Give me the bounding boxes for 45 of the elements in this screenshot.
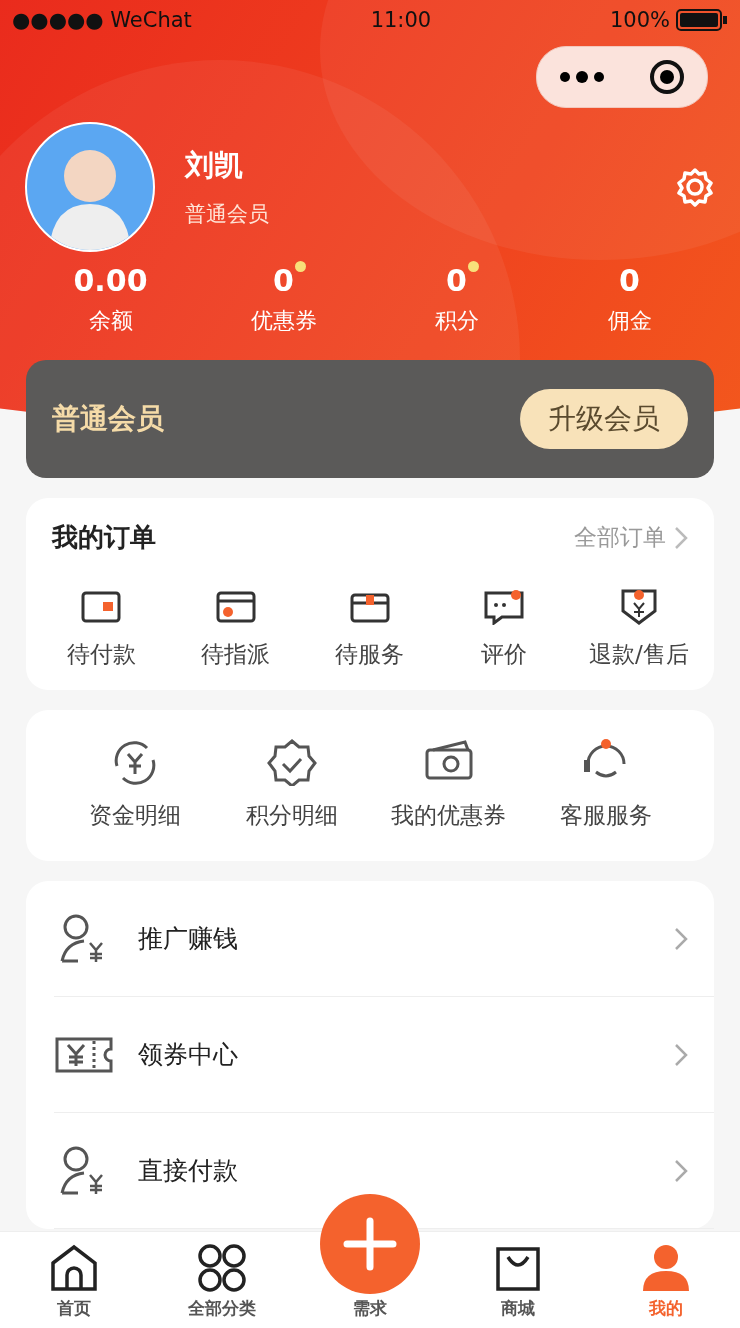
order-status-item[interactable]: 退款/售后 — [571, 585, 706, 670]
tool-item[interactable]: 客服服务 — [527, 738, 684, 831]
chevron-right-icon — [674, 1158, 688, 1183]
tool-item[interactable]: 积分明细 — [213, 738, 370, 831]
grid-icon — [197, 1243, 247, 1293]
tool-item[interactable]: 我的优惠券 — [370, 738, 527, 831]
stat-value: 0.00 — [73, 263, 148, 298]
stat-label: 余额 — [88, 307, 133, 335]
upgrade-button[interactable]: 升级会员 — [520, 389, 688, 449]
more-icon[interactable] — [559, 71, 605, 83]
tool-item[interactable]: 资金明细 — [56, 738, 213, 831]
user-name: 刘凯 — [185, 146, 244, 184]
order-status-item[interactable]: 待指派 — [168, 585, 303, 670]
plus-icon — [343, 1217, 397, 1271]
tab-label[interactable]: 需求 — [353, 1297, 387, 1320]
settings-icon[interactable] — [675, 166, 715, 207]
member-level: 普通会员 — [185, 200, 270, 228]
close-icon[interactable] — [649, 59, 685, 95]
order-status-item[interactable]: 评价 — [437, 585, 572, 670]
stat-value: 0 — [619, 263, 640, 298]
tab[interactable]: 商城 — [444, 1232, 592, 1328]
chevron-right-icon — [674, 926, 688, 951]
order-status-item[interactable]: 待付款 — [34, 585, 169, 670]
check-badge-icon — [265, 738, 318, 786]
stat-value: 0 — [273, 263, 294, 298]
stat-value: 0 — [446, 263, 467, 298]
carrier-text: ●●●●● WeChat — [12, 8, 192, 32]
battery-icon — [676, 9, 728, 31]
member-title: 普通会员 — [52, 401, 164, 437]
stat-label: 佣金 — [607, 307, 652, 335]
chevron-right-icon — [674, 525, 688, 550]
stat-label: 优惠券 — [250, 307, 317, 335]
tab[interactable]: 全部分类 — [148, 1232, 296, 1328]
menu-row[interactable]: 推广赚钱 — [54, 881, 714, 997]
home-icon — [49, 1243, 99, 1293]
order-status-item[interactable]: 待服务 — [302, 585, 438, 670]
battery-text: 100% — [609, 8, 670, 32]
chevron-right-icon — [674, 1042, 688, 1067]
stat-label: 积分 — [434, 307, 479, 335]
tab[interactable]: 首页 — [0, 1232, 148, 1328]
user-icon — [641, 1243, 691, 1293]
menu-row[interactable]: 领券中心 — [54, 997, 714, 1113]
section-title: 我的订单 — [52, 521, 156, 554]
time-text: 11:00 — [370, 8, 432, 32]
capsule-button[interactable] — [536, 46, 708, 108]
